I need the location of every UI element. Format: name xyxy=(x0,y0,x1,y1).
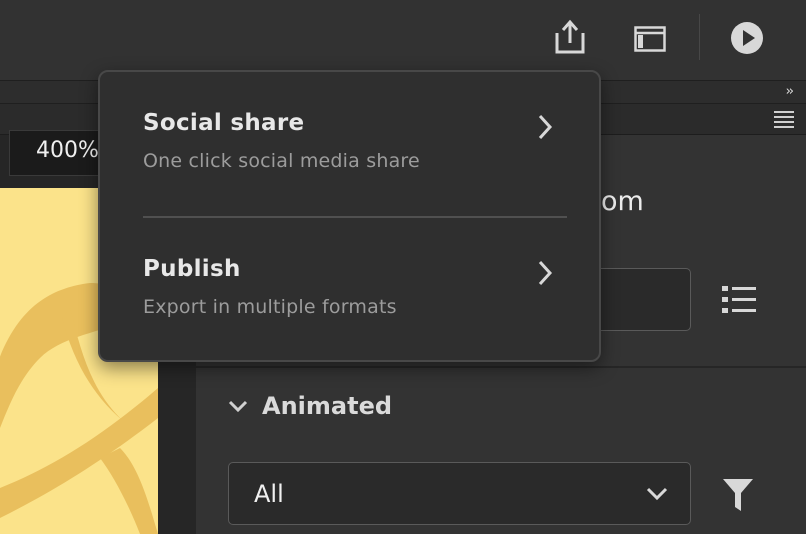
top-toolbar xyxy=(0,0,806,80)
animated-section-label: Animated xyxy=(262,392,393,420)
menu-item-description: One click social media share xyxy=(143,150,420,172)
filter-icon xyxy=(723,479,753,511)
toolbar-divider xyxy=(699,14,700,60)
list-view-icon xyxy=(722,286,756,313)
zoom-value: 400% xyxy=(36,138,99,163)
menu-item-title: Publish xyxy=(143,256,241,282)
chevron-right-icon xyxy=(538,260,553,286)
section-divider xyxy=(196,366,806,368)
filter-dropdown[interactable]: All xyxy=(228,462,691,525)
share-icon xyxy=(555,19,585,54)
play-button[interactable] xyxy=(729,20,765,56)
panel-layout-icon xyxy=(634,26,666,52)
play-circle-icon xyxy=(731,22,763,54)
animated-section-toggle[interactable]: Animated xyxy=(228,392,392,420)
chevron-down-icon xyxy=(228,400,248,413)
share-button[interactable] xyxy=(552,18,588,56)
share-menu-popover: Social share One click social media shar… xyxy=(98,70,601,362)
panel-menu-icon[interactable] xyxy=(774,111,794,131)
filter-button[interactable] xyxy=(722,478,754,516)
menu-item-description: Export in multiple formats xyxy=(143,296,397,318)
menu-divider xyxy=(143,216,567,218)
menu-item-title: Social share xyxy=(143,110,305,136)
filter-dropdown-value: All xyxy=(254,480,284,508)
menu-item-publish[interactable]: Publish Export in multiple formats xyxy=(143,256,567,318)
list-view-button[interactable] xyxy=(722,284,758,320)
panel-heading: om xyxy=(601,186,644,217)
chevron-right-icon xyxy=(538,114,553,140)
panel-layout-button[interactable] xyxy=(633,25,667,53)
expand-panels-icon[interactable]: ›› xyxy=(786,84,795,99)
chevron-down-icon xyxy=(646,487,668,501)
menu-item-social-share[interactable]: Social share One click social media shar… xyxy=(143,110,567,172)
